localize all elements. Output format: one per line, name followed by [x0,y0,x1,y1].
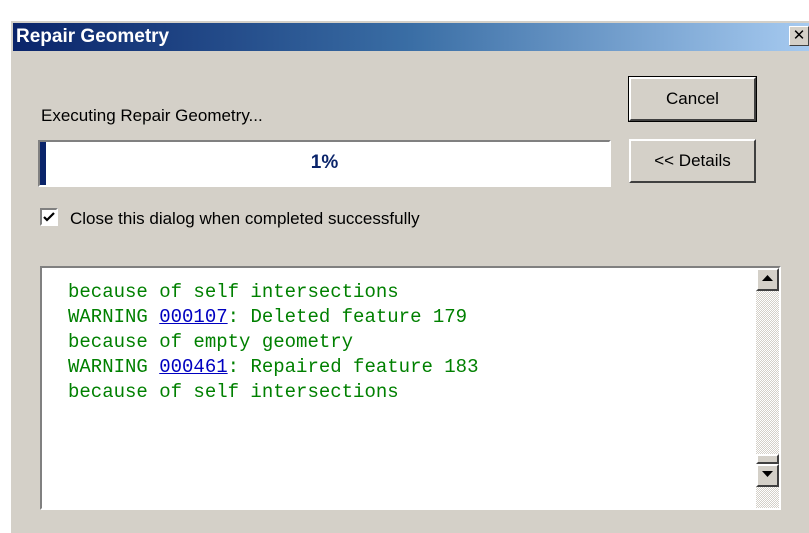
log-line: because of self intersections [68,380,739,405]
close-icon: ✕ [792,27,806,44]
close-when-complete-label[interactable]: Close this dialog when completed success… [70,209,420,229]
log-line: because of empty geometry [68,330,739,355]
log-prefix: WARNING [68,356,160,378]
progress-percent: 1% [310,152,339,173]
log-text: because of self intersections [68,281,399,303]
arrow-up-icon [762,275,773,281]
scroll-thumb[interactable] [756,454,779,464]
progress-bar: 1% [38,140,611,187]
checkmark-icon [43,212,55,222]
log-text: because of self intersections [68,381,399,403]
close-button[interactable]: ✕ [789,26,809,46]
log-scrollbar[interactable] [756,268,779,508]
log-text: because of empty geometry [68,331,354,353]
warning-code-link[interactable]: 000107 [159,306,227,328]
log-prefix: WARNING [68,306,160,328]
log-content: because of self intersections WARNING 00… [68,280,739,405]
arrow-down-icon [762,471,773,477]
window-title: Repair Geometry [16,26,170,47]
log-line: because of self intersections [68,280,739,305]
log-suffix: : Deleted feature 179 [227,306,468,328]
log-line: WARNING 000461: Repaired feature 183 [68,355,739,380]
scroll-up-button[interactable] [756,268,779,291]
log-suffix: : Repaired feature 183 [227,356,479,378]
close-when-complete-checkbox[interactable] [40,208,58,226]
warning-code-link[interactable]: 000461 [159,356,227,378]
scroll-down-button[interactable] [756,464,779,487]
log-box[interactable]: because of self intersections WARNING 00… [40,266,781,510]
status-text: Executing Repair Geometry... [41,106,263,125]
cancel-button[interactable]: Cancel [628,76,757,122]
details-button[interactable]: << Details [629,139,756,183]
title-bar[interactable]: Repair Geometry ✕ [13,23,809,51]
log-line: WARNING 000107: Deleted feature 179 [68,305,739,330]
